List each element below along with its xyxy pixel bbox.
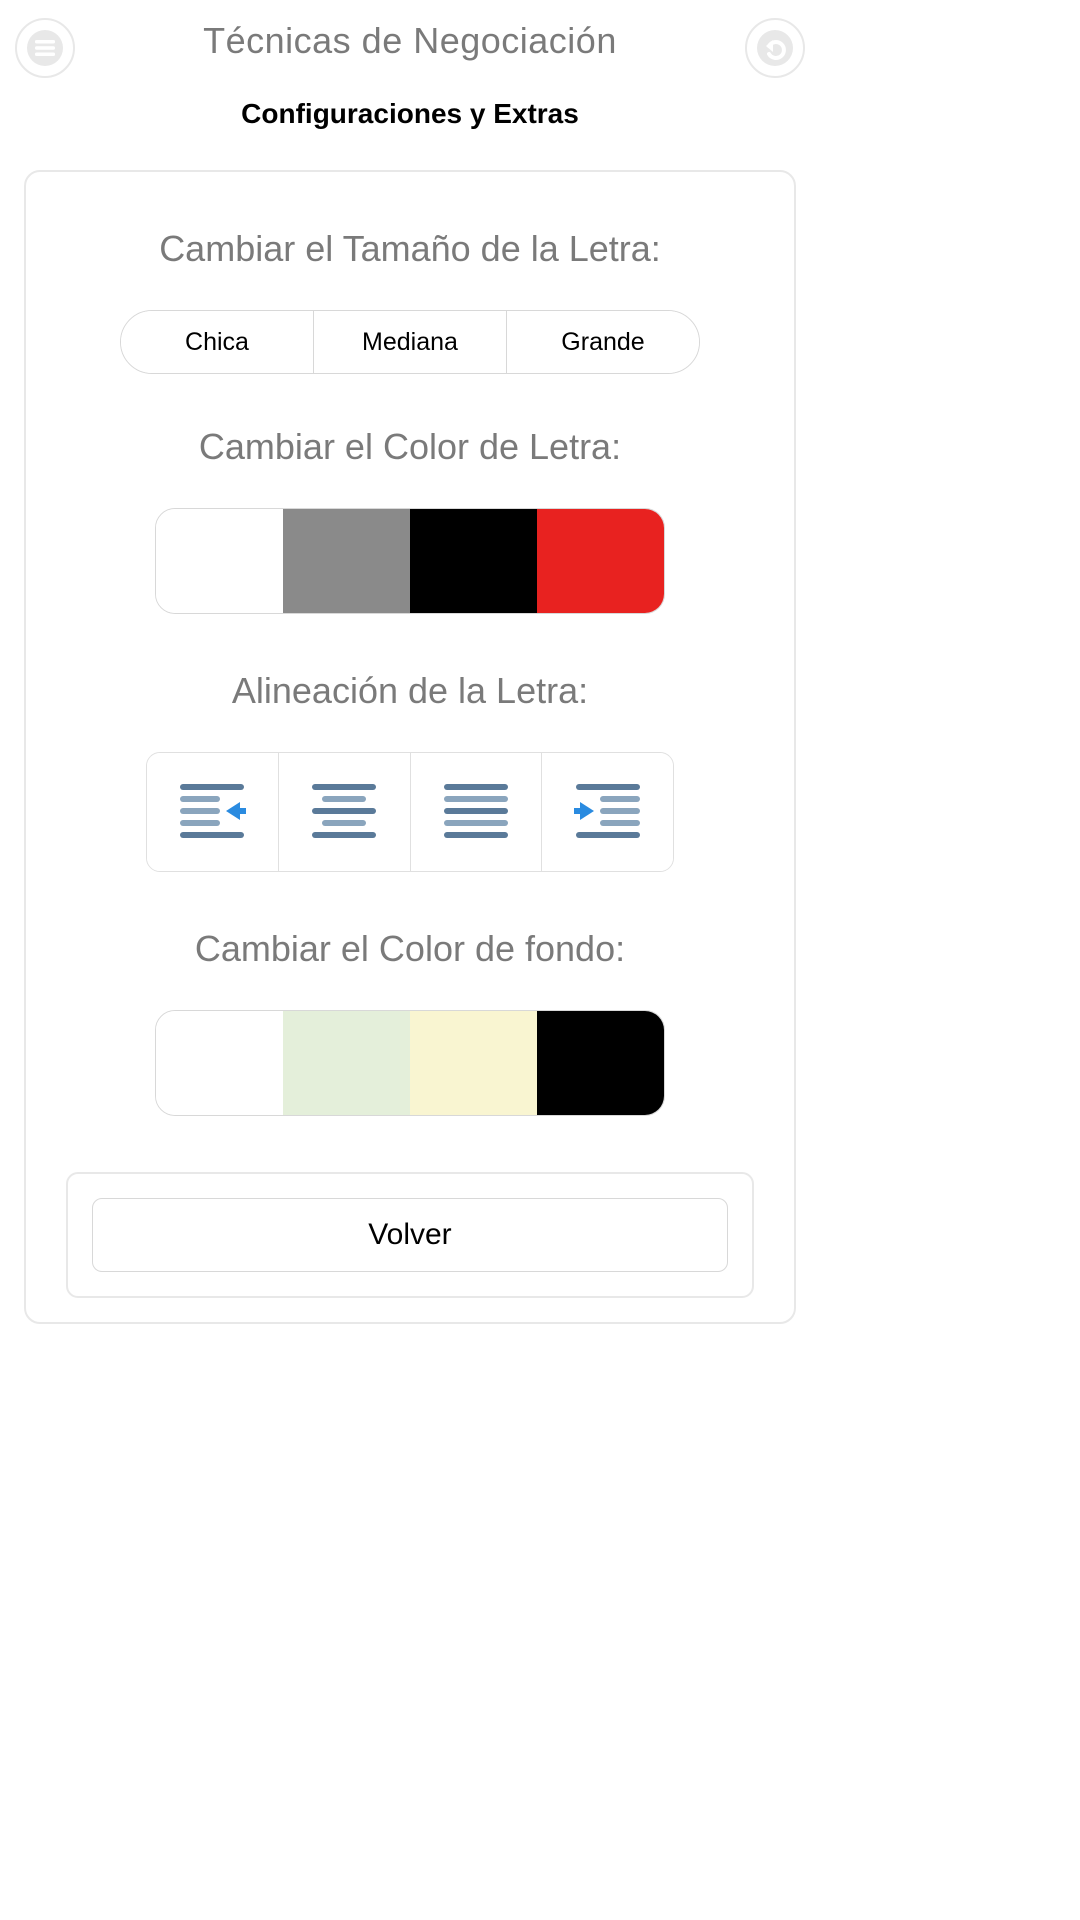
- font-size-medium[interactable]: Mediana: [314, 311, 507, 373]
- alignment-title: Alineación de la Letra:: [66, 670, 754, 712]
- align-justify-icon: [436, 776, 516, 848]
- font-color-gray[interactable]: [283, 509, 410, 613]
- font-color-row: [155, 508, 665, 614]
- header-back-button[interactable]: [745, 18, 805, 78]
- font-size-small[interactable]: Chica: [121, 311, 314, 373]
- footer-box: Volver: [66, 1172, 754, 1298]
- settings-panel: Cambiar el Tamaño de la Letra: Chica Med…: [24, 170, 796, 1324]
- font-size-large[interactable]: Grande: [507, 311, 699, 373]
- undo-icon: [755, 28, 795, 68]
- menu-button[interactable]: [15, 18, 75, 78]
- bg-color-white[interactable]: [156, 1011, 283, 1115]
- bg-color-black[interactable]: [537, 1011, 664, 1115]
- align-justify[interactable]: [411, 753, 543, 871]
- font-size-title: Cambiar el Tamaño de la Letra:: [66, 228, 754, 270]
- font-color-red[interactable]: [537, 509, 664, 613]
- page-subtitle: Configuraciones y Extras: [0, 98, 820, 130]
- bg-color-title: Cambiar el Color de fondo:: [66, 928, 754, 970]
- font-color-title: Cambiar el Color de Letra:: [66, 426, 754, 468]
- bg-color-row: [155, 1010, 665, 1116]
- font-color-black[interactable]: [410, 509, 537, 613]
- outdent-icon: [172, 776, 252, 848]
- alignment-row: [146, 752, 674, 872]
- align-center[interactable]: [279, 753, 411, 871]
- align-indent[interactable]: [542, 753, 673, 871]
- bg-color-green[interactable]: [283, 1011, 410, 1115]
- hamburger-icon: [25, 28, 65, 68]
- font-color-white[interactable]: [156, 509, 283, 613]
- align-outdent[interactable]: [147, 753, 279, 871]
- align-center-icon: [304, 776, 384, 848]
- back-button[interactable]: Volver: [92, 1198, 728, 1272]
- font-size-segmented: Chica Mediana Grande: [120, 310, 700, 374]
- app-title: Técnicas de Negociación: [0, 20, 820, 62]
- bg-color-cream[interactable]: [410, 1011, 537, 1115]
- indent-icon: [568, 776, 648, 848]
